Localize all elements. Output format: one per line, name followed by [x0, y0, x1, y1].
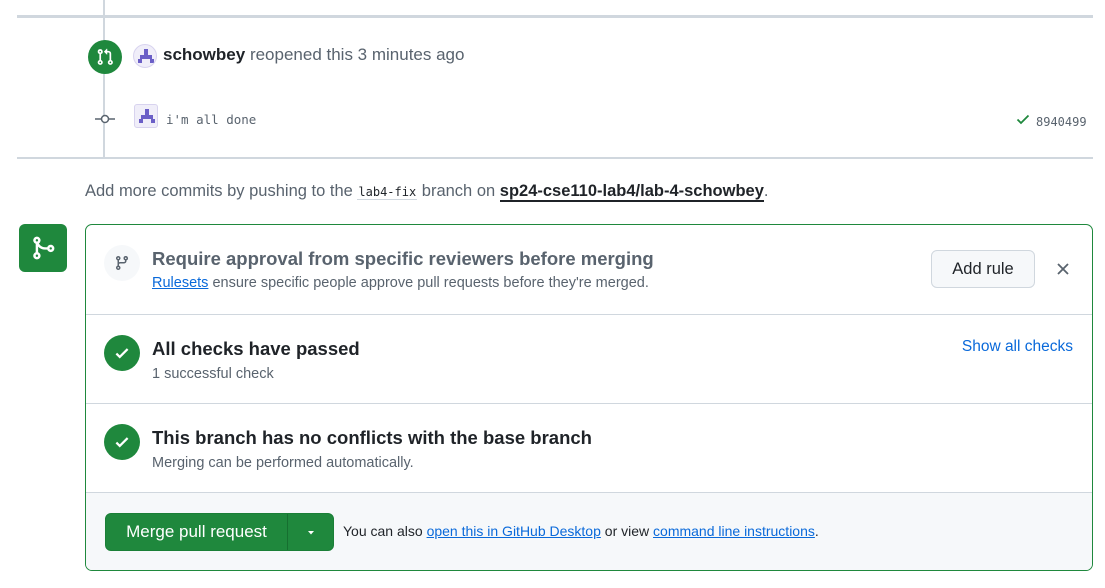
commit-author-avatar[interactable]	[134, 104, 158, 128]
git-branch-icon	[104, 245, 140, 281]
commit-status[interactable]: 8940499	[1015, 111, 1087, 132]
check-circle-icon	[104, 424, 140, 460]
git-commit-icon	[95, 111, 115, 127]
username-link[interactable]: schowbey	[163, 45, 245, 64]
merge-note-prefix: You can also	[343, 523, 423, 539]
timeline-top-divider	[17, 15, 1093, 18]
merge-note-middle: or view	[604, 523, 650, 539]
triangle-down-icon	[306, 523, 316, 541]
ruleset-description-text: ensure specific people approve pull requ…	[212, 275, 649, 291]
push-hint: Add more commits by pushing to the lab4-…	[85, 182, 769, 202]
timeline-bottom-divider	[17, 157, 1093, 159]
avatar[interactable]	[133, 44, 157, 68]
git-pull-request-icon	[88, 40, 122, 74]
merge-alternative-note: You can also open this in GitHub Desktop…	[343, 523, 819, 539]
check-icon	[1015, 111, 1031, 132]
ruleset-title: Require approval from specific reviewers…	[152, 248, 654, 269]
conflicts-title: This branch has no conflicts with the ba…	[152, 427, 592, 448]
merge-note-suffix: .	[814, 523, 819, 539]
reopen-event-text: schowbey reopened this 3 minutes ago	[163, 45, 464, 65]
show-all-checks-link[interactable]: Show all checks	[962, 338, 1073, 356]
push-hint-prefix: Add more commits by pushing to the	[85, 182, 353, 200]
conflicts-subtitle: Merging can be performed automatically.	[152, 455, 414, 471]
github-desktop-link[interactable]: open this in GitHub Desktop	[427, 523, 601, 539]
commit-sha-link[interactable]: 8940499	[1036, 115, 1087, 129]
rulesets-link[interactable]: Rulesets	[152, 275, 208, 291]
conflicts-section: This branch has no conflicts with the ba…	[86, 404, 1092, 493]
merge-button-group: Merge pull request	[105, 513, 334, 551]
merge-box: Require approval from specific reviewers…	[85, 224, 1093, 571]
checks-subtitle: 1 successful check	[152, 366, 274, 382]
command-line-instructions-link[interactable]: command line instructions	[653, 523, 815, 539]
close-icon[interactable]	[1054, 260, 1072, 278]
ruleset-suggestion: Require approval from specific reviewers…	[86, 225, 1092, 315]
merge-options-dropdown[interactable]	[287, 514, 333, 550]
push-hint-middle: branch on	[421, 182, 496, 200]
reopen-action-text: reopened this 3 minutes ago	[249, 45, 465, 64]
repo-link[interactable]: sp24-cse110-lab4/lab-4-schowbey	[499, 182, 764, 202]
merge-pull-request-button[interactable]: Merge pull request	[106, 514, 287, 550]
push-hint-suffix: .	[763, 182, 769, 200]
branch-name[interactable]: lab4-fix	[357, 185, 418, 200]
commit-message-link[interactable]: i'm all done	[166, 112, 256, 127]
merge-section: Merge pull request You can also open thi…	[86, 493, 1092, 570]
git-merge-icon	[19, 224, 67, 272]
checks-title: All checks have passed	[152, 338, 360, 359]
ruleset-description: Rulesets ensure specific people approve …	[152, 275, 649, 291]
check-circle-icon	[104, 335, 140, 371]
add-rule-button[interactable]: Add rule	[931, 250, 1035, 288]
checks-section: All checks have passed 1 successful chec…	[86, 315, 1092, 404]
timeline-line	[103, 0, 105, 158]
